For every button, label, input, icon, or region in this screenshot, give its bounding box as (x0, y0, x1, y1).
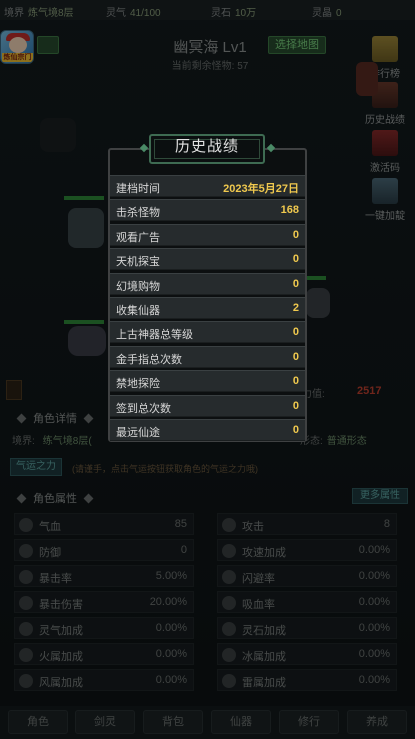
stat-label: 签到总次数 (116, 402, 171, 415)
stat-row: 最远仙途 0 (110, 419, 305, 441)
stat-value: 0 (292, 375, 299, 388)
game-screen: 境界 炼气境8层 灵气 41/100 灵石 10万 灵晶 0 炼仙宗门 幽冥海 Lv1 … (0, 0, 415, 739)
stat-value: 0 (292, 277, 299, 290)
stat-row: 金手指总次数 0 (110, 345, 305, 368)
stat-row: 观看广告 0 (110, 223, 305, 246)
stat-row: 幻境购物 0 (110, 272, 305, 295)
stat-row: 签到总次数 0 (110, 394, 305, 417)
stat-row: 击杀怪物 168 (110, 199, 305, 222)
stat-label: 禁地探险 (116, 378, 160, 391)
stat-value: 0 (292, 326, 299, 339)
stat-value: 0 (292, 350, 299, 363)
stat-row: 收集仙器 2 (110, 297, 305, 319)
stat-label: 天机探宝 (116, 256, 160, 269)
stat-row: 建档时间 2023年5月27日 (110, 175, 305, 197)
stat-label: 上古神器总等级 (116, 329, 193, 342)
stat-label: 收集仙器 (116, 305, 160, 317)
stat-label: 观看广告 (116, 231, 160, 244)
stat-value: 0 (292, 424, 299, 436)
stat-value: 0 (292, 399, 299, 412)
stat-label: 建档时间 (116, 183, 160, 195)
stat-label: 金手指总次数 (116, 353, 182, 366)
stat-row: 上古神器总等级 0 (110, 321, 305, 344)
stat-value: 168 (280, 204, 299, 217)
dialog-title-frame: 历史战绩 (149, 134, 265, 164)
stat-label: 击杀怪物 (116, 207, 160, 220)
stat-label: 最远仙途 (116, 427, 160, 439)
stat-row: 禁地探险 0 (110, 370, 305, 393)
stat-value: 2 (292, 302, 299, 314)
stat-value: 0 (292, 228, 299, 241)
stat-value: 0 (292, 253, 299, 266)
stat-value: 2023年5月27日 (223, 183, 299, 195)
dialog-title: 历史战绩 (174, 138, 239, 155)
stat-row: 天机探宝 0 (110, 248, 305, 271)
stat-label: 幻境购物 (116, 280, 160, 293)
